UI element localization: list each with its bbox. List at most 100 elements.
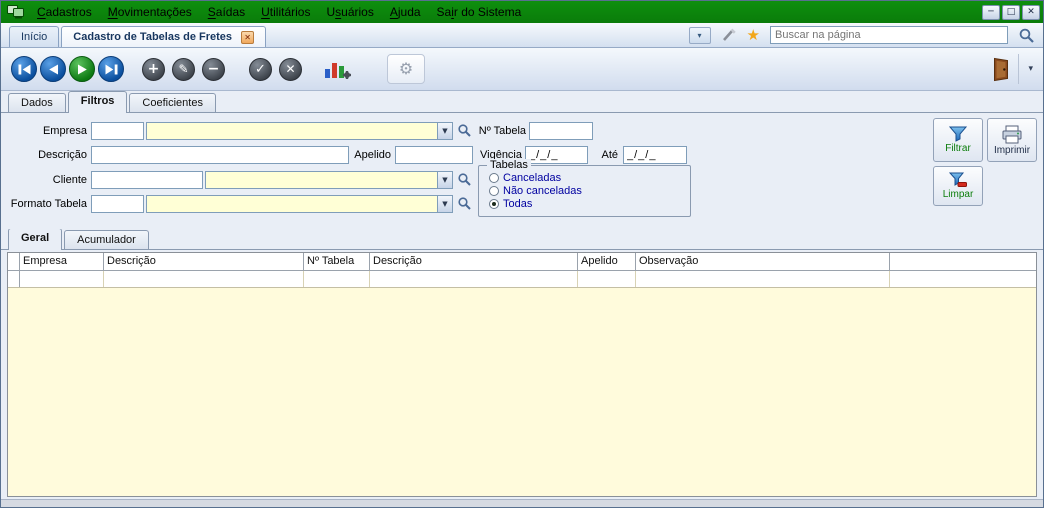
edit-button[interactable]: ✎ [172, 58, 195, 81]
grid-column-header[interactable]: Descrição [370, 253, 578, 270]
radio-icon[interactable] [489, 199, 499, 209]
app-icon [5, 3, 27, 21]
first-record-button[interactable] [11, 56, 37, 82]
settings-button[interactable]: ⚙ [387, 54, 425, 84]
radio-label: Todas [503, 198, 532, 210]
app-window: CadastrosMovimentaçõesSaídasUtilitáriosU… [0, 0, 1044, 508]
filtrar-label: Filtrar [945, 143, 971, 154]
radio-icon[interactable] [489, 186, 499, 196]
chevron-down-icon[interactable]: ▼ [437, 123, 452, 139]
ntabela-input[interactable] [529, 122, 593, 140]
confirm-button[interactable]: ✓ [249, 58, 272, 81]
delete-button[interactable]: − [202, 58, 225, 81]
record-navigation [11, 56, 124, 82]
radio-option-todas[interactable]: Todas [489, 198, 690, 210]
toolbar-overflow-button[interactable]: ▾ [1028, 64, 1033, 74]
tab-geral[interactable]: Geral [8, 228, 62, 250]
grid-cell [20, 271, 104, 287]
search-icon[interactable] [1018, 27, 1035, 44]
formato-tabela-combo[interactable]: ▼ [146, 195, 453, 213]
menu-item-utilitarios[interactable]: Utilitários [253, 1, 318, 23]
ate-label: Até [596, 146, 618, 164]
last-record-button[interactable] [98, 56, 124, 82]
radio-icon[interactable] [489, 173, 499, 183]
results-grid[interactable]: EmpresaDescriçãoNº TabelaDescriçãoApelid… [7, 252, 1037, 497]
vigencia-input[interactable] [525, 146, 588, 164]
imprimir-label: Imprimir [994, 145, 1030, 156]
radio-label: Não canceladas [503, 185, 582, 197]
page-search-input[interactable] [770, 26, 1008, 44]
menu-item-saidas[interactable]: Saídas [200, 1, 253, 23]
wand-icon[interactable] [721, 27, 737, 43]
imprimir-button[interactable]: Imprimir [987, 118, 1037, 162]
bar-chart-icon [324, 58, 351, 80]
exit-button[interactable] [993, 57, 1009, 82]
printer-icon [1001, 125, 1023, 144]
gear-icon: ⚙ [399, 61, 413, 77]
tab-label: Cadastro de Tabelas de Fretes [73, 31, 232, 43]
window-controls: ─ □ ✕ [982, 5, 1043, 20]
radio-label: Canceladas [503, 172, 561, 184]
tab-filtros[interactable]: Filtros [68, 91, 128, 113]
tab-inicio[interactable]: Início [9, 26, 59, 47]
cliente-code-input[interactable] [91, 171, 203, 189]
tab-list-dropdown-button[interactable]: ▾ [689, 27, 711, 44]
maximize-button[interactable]: □ [1002, 5, 1020, 20]
chart-button[interactable] [324, 58, 351, 80]
formato-tabela-code-input[interactable] [91, 195, 144, 213]
grid-cell [636, 271, 890, 287]
apelido-label: Apelido [301, 146, 391, 164]
close-button[interactable]: ✕ [1022, 5, 1040, 20]
tabstrip-tools: ▾ ★ [689, 26, 1035, 47]
grid-column-header[interactable]: Observação [636, 253, 890, 270]
next-record-button[interactable] [69, 56, 95, 82]
minimize-button[interactable]: ─ [982, 5, 1000, 20]
formato-tabela-search-icon[interactable] [457, 196, 472, 214]
toolbar: + ✎ − ✓ ✕ ⚙ [1, 48, 1043, 91]
document-tabstrip: Início Cadastro de Tabelas de Fretes ✕ ▾… [1, 23, 1043, 48]
tab-cadastro-de-tabelas-de-fretes[interactable]: Cadastro de Tabelas de Fretes ✕ [61, 26, 266, 47]
grid-cell [370, 271, 578, 287]
menubar: CadastrosMovimentaçõesSaídasUtilitáriosU… [1, 1, 1043, 23]
status-bar [1, 499, 1043, 507]
chevron-down-icon[interactable]: ▼ [437, 196, 452, 212]
clear-filter-icon [949, 172, 967, 188]
grid-cell [578, 271, 636, 287]
menu-item-usuarios[interactable]: Usuários [318, 1, 381, 23]
add-button[interactable]: + [142, 58, 165, 81]
empresa-code-input[interactable] [91, 122, 144, 140]
tab-acumulador[interactable]: Acumulador [64, 230, 149, 249]
tab-close-icon[interactable]: ✕ [241, 31, 254, 44]
tab-coeficientes[interactable]: Coeficientes [129, 93, 216, 112]
menubar-items: CadastrosMovimentaçõesSaídasUtilitáriosU… [29, 1, 529, 23]
previous-record-button[interactable] [40, 56, 66, 82]
favorites-star-icon[interactable]: ★ [747, 28, 760, 43]
empresa-search-icon[interactable] [457, 123, 472, 141]
chevron-down-icon[interactable]: ▼ [437, 172, 452, 188]
grid-cell [304, 271, 370, 287]
record-edit-group: + ✎ − [142, 58, 225, 81]
tab-label: Início [21, 31, 47, 43]
grid-column-header[interactable]: Nº Tabela [304, 253, 370, 270]
filtrar-button[interactable]: Filtrar [933, 118, 983, 162]
cliente-search-icon[interactable] [457, 172, 472, 190]
radio-option-canceladas[interactable]: Canceladas [489, 172, 690, 184]
tab-dados[interactable]: Dados [8, 93, 66, 112]
formato-tabela-label: Formato Tabela [1, 195, 87, 213]
menu-item-sair-do-sistema[interactable]: Sair do Sistema [429, 1, 530, 23]
limpar-button[interactable]: Limpar [933, 166, 983, 206]
toolbar-divider [1018, 54, 1019, 84]
menu-item-movimentacoes[interactable]: Movimentações [100, 1, 200, 23]
grid-column-header[interactable]: Descrição [104, 253, 304, 270]
radio-option-nao-canceladas[interactable]: Não canceladas [489, 185, 690, 197]
grid-data-row[interactable] [8, 271, 1036, 288]
cancel-button[interactable]: ✕ [279, 58, 302, 81]
menu-item-cadastros[interactable]: Cadastros [29, 1, 100, 23]
cliente-combo[interactable]: ▼ [205, 171, 453, 189]
menu-item-ajuda[interactable]: Ajuda [382, 1, 429, 23]
ate-input[interactable] [623, 146, 687, 164]
grid-column-header[interactable]: Apelido [578, 253, 636, 270]
tabelas-groupbox-label: Tabelas [487, 159, 531, 171]
empresa-combo[interactable]: ▼ [146, 122, 453, 140]
grid-column-header[interactable]: Empresa [20, 253, 104, 270]
